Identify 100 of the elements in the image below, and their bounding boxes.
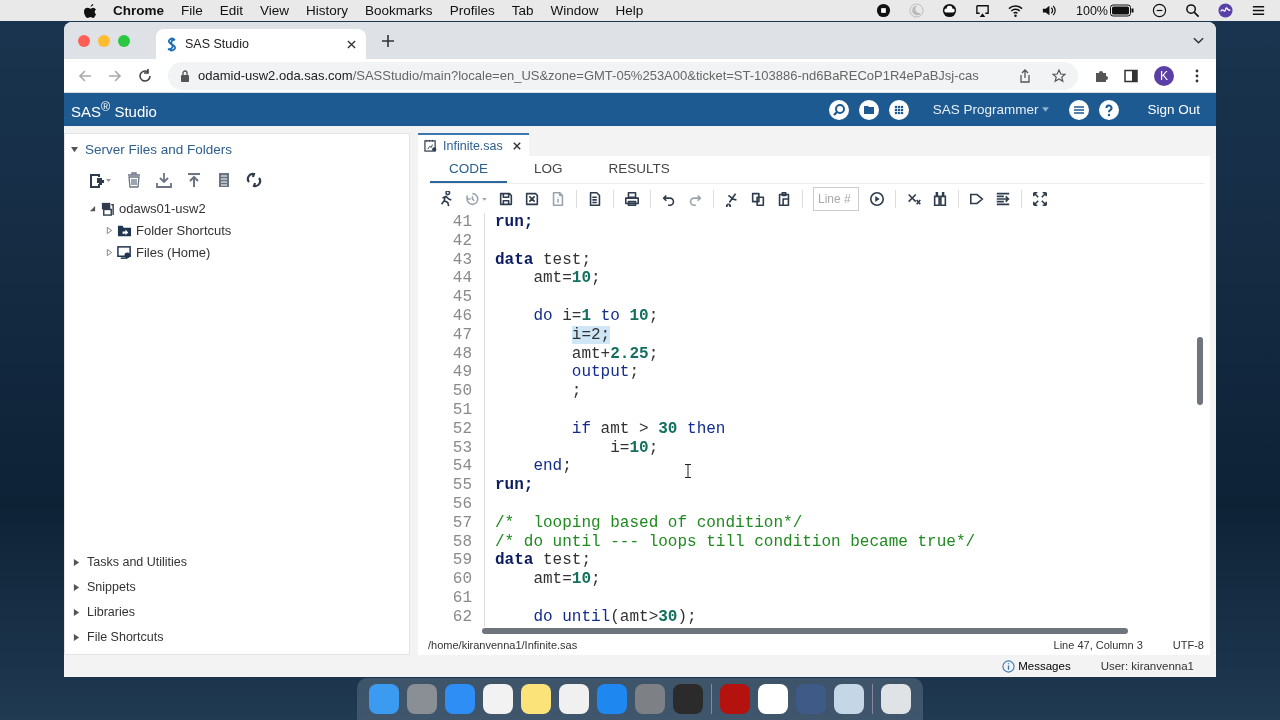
reload-icon[interactable] — [138, 68, 152, 83]
browser-tab[interactable]: SAS Studio — [156, 29, 366, 59]
code-line: end; — [532, 457, 572, 477]
menu-item[interactable]: History — [306, 3, 349, 18]
save-as-icon[interactable] — [524, 190, 540, 207]
menu-item[interactable]: Window — [550, 3, 599, 18]
close-icon[interactable] — [512, 141, 521, 150]
code-line: do until(amt>30); — [532, 607, 697, 627]
control-center-icon[interactable] — [1251, 3, 1266, 18]
perspective-menu[interactable]: SAS Programmer — [932, 102, 1050, 117]
clock-icon[interactable] — [1152, 3, 1167, 18]
line-number: 61 — [430, 588, 485, 608]
triangle-icon[interactable] — [73, 558, 80, 566]
section-header[interactable]: Tasks and Utilities — [71, 550, 409, 575]
menu-item[interactable]: Help — [615, 3, 644, 18]
triangle-icon[interactable] — [73, 608, 80, 616]
new-file-icon[interactable] — [88, 172, 112, 188]
volume-icon[interactable] — [1041, 3, 1056, 18]
triangle-icon[interactable] — [71, 146, 78, 153]
line-number: 56 — [430, 494, 485, 514]
document-icon[interactable] — [587, 190, 603, 207]
address-bar[interactable]: odamid-usw2.oda.sas.com/SASStudio/main?locale=en_US&zone=GMT-05%253A00&ticket=ST-103886-nd6BaRECoP1R4ePaBJsj-cas — [168, 61, 1078, 90]
apple-icon[interactable] — [84, 3, 97, 18]
download-icon[interactable] — [156, 172, 172, 188]
caret-icon[interactable] — [1042, 107, 1050, 112]
section-header[interactable]: File Shortcuts — [71, 625, 409, 650]
line-number: 45 — [430, 288, 485, 307]
properties-icon[interactable] — [216, 172, 232, 188]
binoculars-icon[interactable] — [932, 190, 948, 207]
file-tab[interactable]: Infinite.sas — [418, 133, 529, 156]
list-icon[interactable] — [1069, 99, 1090, 120]
code-line: /* looping based of condition*/ — [494, 513, 803, 533]
view-tab[interactable]: LOG — [515, 156, 582, 183]
tree-item[interactable]: odaws01-usw2 — [71, 197, 206, 219]
folder-icon[interactable] — [858, 99, 879, 120]
star-icon[interactable] — [1052, 68, 1066, 83]
run-icon[interactable] — [438, 190, 454, 207]
menu-item[interactable]: Profiles — [449, 3, 495, 18]
wifi-icon[interactable] — [1008, 3, 1023, 18]
section-header[interactable]: Libraries — [71, 600, 409, 625]
screen-mirror-icon[interactable] — [975, 3, 990, 18]
user-name: User: kiranvenna1 — [1100, 660, 1194, 672]
triangle-icon[interactable] — [73, 583, 80, 591]
copy-icon[interactable] — [750, 190, 766, 207]
battery-icon[interactable] — [1110, 3, 1134, 18]
battery-percent[interactable]: 100% — [1076, 3, 1108, 18]
profile-avatar[interactable]: K — [1154, 65, 1174, 86]
record-icon[interactable] — [876, 3, 891, 18]
go-icon[interactable] — [869, 190, 885, 207]
code-line: run; — [494, 213, 534, 232]
paste-icon[interactable] — [776, 190, 792, 207]
code-line: i=10; — [609, 438, 659, 458]
menu-app-name[interactable]: Chrome — [113, 3, 164, 18]
print-icon[interactable] — [624, 190, 640, 207]
close-icon[interactable] — [347, 39, 356, 49]
menu-item[interactable]: View — [260, 3, 290, 18]
side-panel-icon[interactable] — [1124, 68, 1138, 83]
refresh-icon[interactable] — [246, 172, 262, 188]
server-icon — [100, 200, 115, 216]
info-icon[interactable] — [1002, 659, 1016, 673]
menu-item[interactable]: Bookmarks — [365, 3, 433, 18]
help-icon[interactable] — [1099, 99, 1120, 120]
tab-list-chevron-icon[interactable] — [1193, 36, 1204, 45]
triangle-icon[interactable] — [73, 633, 80, 641]
fullscreen-icon[interactable] — [1032, 190, 1048, 207]
menu-item[interactable]: File — [181, 3, 203, 18]
line-number: 60 — [430, 570, 485, 589]
line-number-field[interactable]: Line # — [813, 186, 859, 211]
view-tab[interactable]: RESULTS — [589, 156, 689, 183]
messages-link[interactable]: Messages — [1002, 659, 1071, 673]
file-info-icon[interactable] — [550, 190, 566, 207]
format-icon[interactable] — [995, 190, 1011, 207]
sign-out-link[interactable]: Sign Out — [1141, 102, 1206, 117]
tree-item[interactable]: Files (Home) — [71, 241, 211, 263]
line-number: 48 — [430, 344, 485, 364]
section-header[interactable]: Server Files and Folders — [71, 138, 409, 161]
history-icon[interactable] — [464, 190, 488, 207]
text-cursor-icon — [685, 464, 691, 478]
delete-icon[interactable] — [126, 172, 142, 188]
share-icon[interactable] — [1018, 68, 1032, 83]
tree-item[interactable]: Folder Shortcuts — [71, 219, 232, 241]
cloud-icon[interactable] — [942, 3, 957, 18]
siri-icon[interactable] — [1218, 3, 1233, 18]
section-header[interactable]: Snippets — [71, 575, 409, 600]
grid-icon[interactable] — [888, 99, 909, 120]
code-line: data test; — [494, 250, 591, 270]
code-line: output; — [570, 363, 640, 383]
menu-item[interactable]: Tab — [511, 3, 534, 18]
save-icon[interactable] — [498, 190, 514, 207]
menu-item[interactable]: Edit — [219, 3, 244, 18]
expander-icon[interactable] — [89, 204, 96, 212]
new-tab-icon[interactable] — [382, 34, 394, 47]
search-icon[interactable] — [1185, 3, 1200, 18]
search-icon[interactable] — [828, 99, 849, 120]
puzzle-icon[interactable] — [1094, 68, 1108, 83]
line-number: 57 — [430, 513, 485, 533]
code-line: run; — [494, 476, 534, 495]
line-number: 47 — [430, 325, 485, 345]
upload-icon[interactable] — [186, 172, 202, 188]
view-tab[interactable]: CODE — [430, 156, 507, 183]
